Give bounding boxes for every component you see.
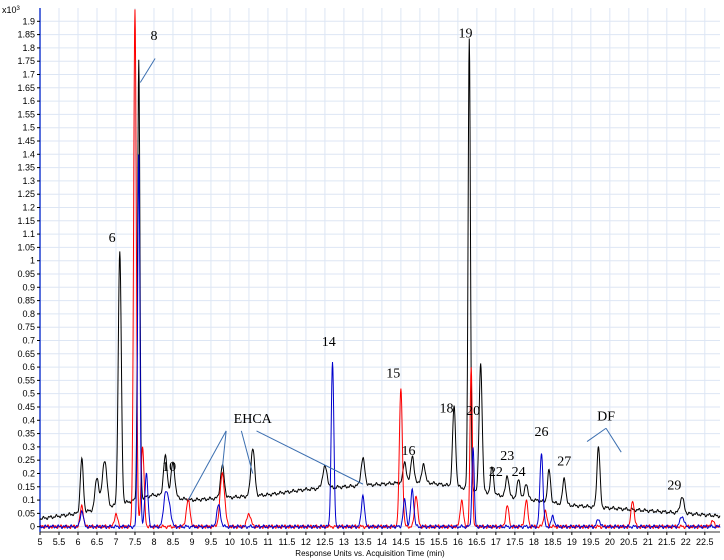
peak-label: 19: [458, 26, 472, 41]
y-tick-label: 0.3: [22, 442, 35, 452]
y-tick-label: 1.65: [17, 83, 35, 93]
y-tick-label: 1.25: [17, 189, 35, 199]
x-tick-label: 12: [301, 537, 311, 547]
x-tick-label: 8.5: [167, 537, 180, 547]
x-tick-label: 22: [681, 537, 691, 547]
y-tick-label: 0.45: [17, 402, 35, 412]
x-tick-label: 21: [643, 537, 653, 547]
peak-label: 27: [557, 455, 571, 470]
peak-label: 26: [534, 425, 548, 440]
y-tick-label: 0.35: [17, 429, 35, 439]
peak-label: 20: [466, 404, 480, 419]
y-tick-label: 0.5: [22, 389, 35, 399]
peak-label: DF: [597, 409, 615, 424]
x-tick-label: 11: [263, 537, 272, 547]
y-tick-label: 1.5: [22, 123, 35, 133]
x-tick-label: 11.5: [278, 537, 295, 547]
x-tick-label: 20.5: [620, 537, 638, 547]
y-tick-label: 1.4: [22, 149, 35, 159]
peak-label: 8: [150, 29, 157, 44]
y-tick-label: 0.75: [17, 322, 35, 332]
x-tick-label: 6: [75, 537, 80, 547]
y-tick-label: 0.95: [17, 269, 35, 279]
x-tick-label: 17: [491, 537, 501, 547]
peak-label: 29: [667, 478, 681, 493]
peak-label: 23: [500, 449, 514, 464]
x-tick-label: 13.5: [354, 537, 372, 547]
chromatogram-chart: 8610141516181920222324262729EHCA DF 00.05…: [0, 0, 724, 560]
x-tick-label: 14: [377, 537, 387, 547]
y-tick-label: 1.15: [17, 216, 35, 226]
x-tick-label: 20: [605, 537, 615, 547]
y-tick-label: 1.45: [17, 136, 35, 146]
y-tick-label: 1.3: [22, 176, 35, 186]
y-tick-label: 1: [30, 256, 35, 266]
y-tick-label: 0.85: [17, 296, 35, 306]
x-tick-label: 19.5: [582, 537, 600, 547]
peak-label: 15: [386, 367, 400, 382]
peak-label: 18: [439, 401, 453, 416]
y-tick-label: 0.05: [17, 508, 35, 518]
x-tick-label: 10.5: [240, 537, 258, 547]
peak-label: 10: [162, 460, 176, 475]
x-tick-label: 14.5: [392, 537, 410, 547]
peak-label: 16: [401, 444, 415, 459]
x-tick-label: 22.5: [696, 537, 714, 547]
x-tick-label: 10: [225, 537, 235, 547]
y-tick-label: 1.35: [17, 163, 35, 173]
x-tick-label: 18.5: [544, 537, 562, 547]
y-tick-label: 1.05: [17, 242, 35, 252]
y-tick-label: 0.4: [22, 415, 35, 425]
x-tick-label: 13: [339, 537, 349, 547]
x-tick-label: 18: [529, 537, 539, 547]
x-tick-label: 7: [113, 537, 118, 547]
peak-label: 22: [489, 465, 503, 480]
x-tick-label: 16: [453, 537, 463, 547]
y-tick-label: 0.8: [22, 309, 35, 319]
y-tick-label: 0.25: [17, 455, 35, 465]
x-tick-label: 21.5: [658, 537, 676, 547]
y-tick-label: 0.65: [17, 349, 35, 359]
peak-label: 24: [512, 465, 526, 480]
x-tick-label: 8: [151, 537, 156, 547]
x-tick-label: 6.5: [91, 537, 104, 547]
x-axis-label: Response Units vs. Acquisition Time (min…: [295, 549, 445, 558]
y-tick-label: 1.75: [17, 56, 35, 66]
y-tick-label: 0: [30, 522, 35, 532]
y-tick-label: 0.9: [22, 282, 35, 292]
y-tick-label: 1.1: [22, 229, 35, 239]
y-tick-label: 0.2: [22, 468, 35, 478]
y-tick-label: 1.6: [22, 96, 35, 106]
peak-label: 6: [109, 231, 116, 246]
y-multiplier-base: x10: [2, 5, 17, 15]
x-tick-label: 17.5: [506, 537, 524, 547]
x-tick-label: 5.5: [53, 537, 66, 547]
x-tick-label: 19: [567, 537, 577, 547]
x-tick-label: 5: [37, 537, 42, 547]
y-tick-label: 1.85: [17, 30, 35, 40]
y-tick-label: 1.7: [22, 69, 35, 79]
x-tick-label: 7.5: [129, 537, 142, 547]
x-tick-label: 16.5: [468, 537, 486, 547]
x-tick-label: 12.5: [316, 537, 334, 547]
x-tick-label: 15: [415, 537, 425, 547]
y-tick-label: 1.9: [22, 16, 35, 26]
y-tick-label: 0.1: [22, 495, 35, 505]
y-tick-label: 0.7: [22, 335, 35, 345]
y-tick-label: 0.15: [17, 482, 35, 492]
y-tick-label: 0.55: [17, 375, 35, 385]
x-tick-label: 15.5: [430, 537, 448, 547]
y-tick-label: 1.2: [22, 202, 35, 212]
y-tick-label: 1.55: [17, 109, 35, 119]
peak-label: EHCA: [234, 412, 273, 427]
x-tick-label: 9.5: [205, 537, 218, 547]
peak-label: 14: [322, 335, 336, 350]
y-tick-label: 1.8: [22, 43, 35, 53]
y-tick-label: 0.6: [22, 362, 35, 372]
x-tick-label: 9: [189, 537, 194, 547]
chart-background: [0, 0, 724, 560]
